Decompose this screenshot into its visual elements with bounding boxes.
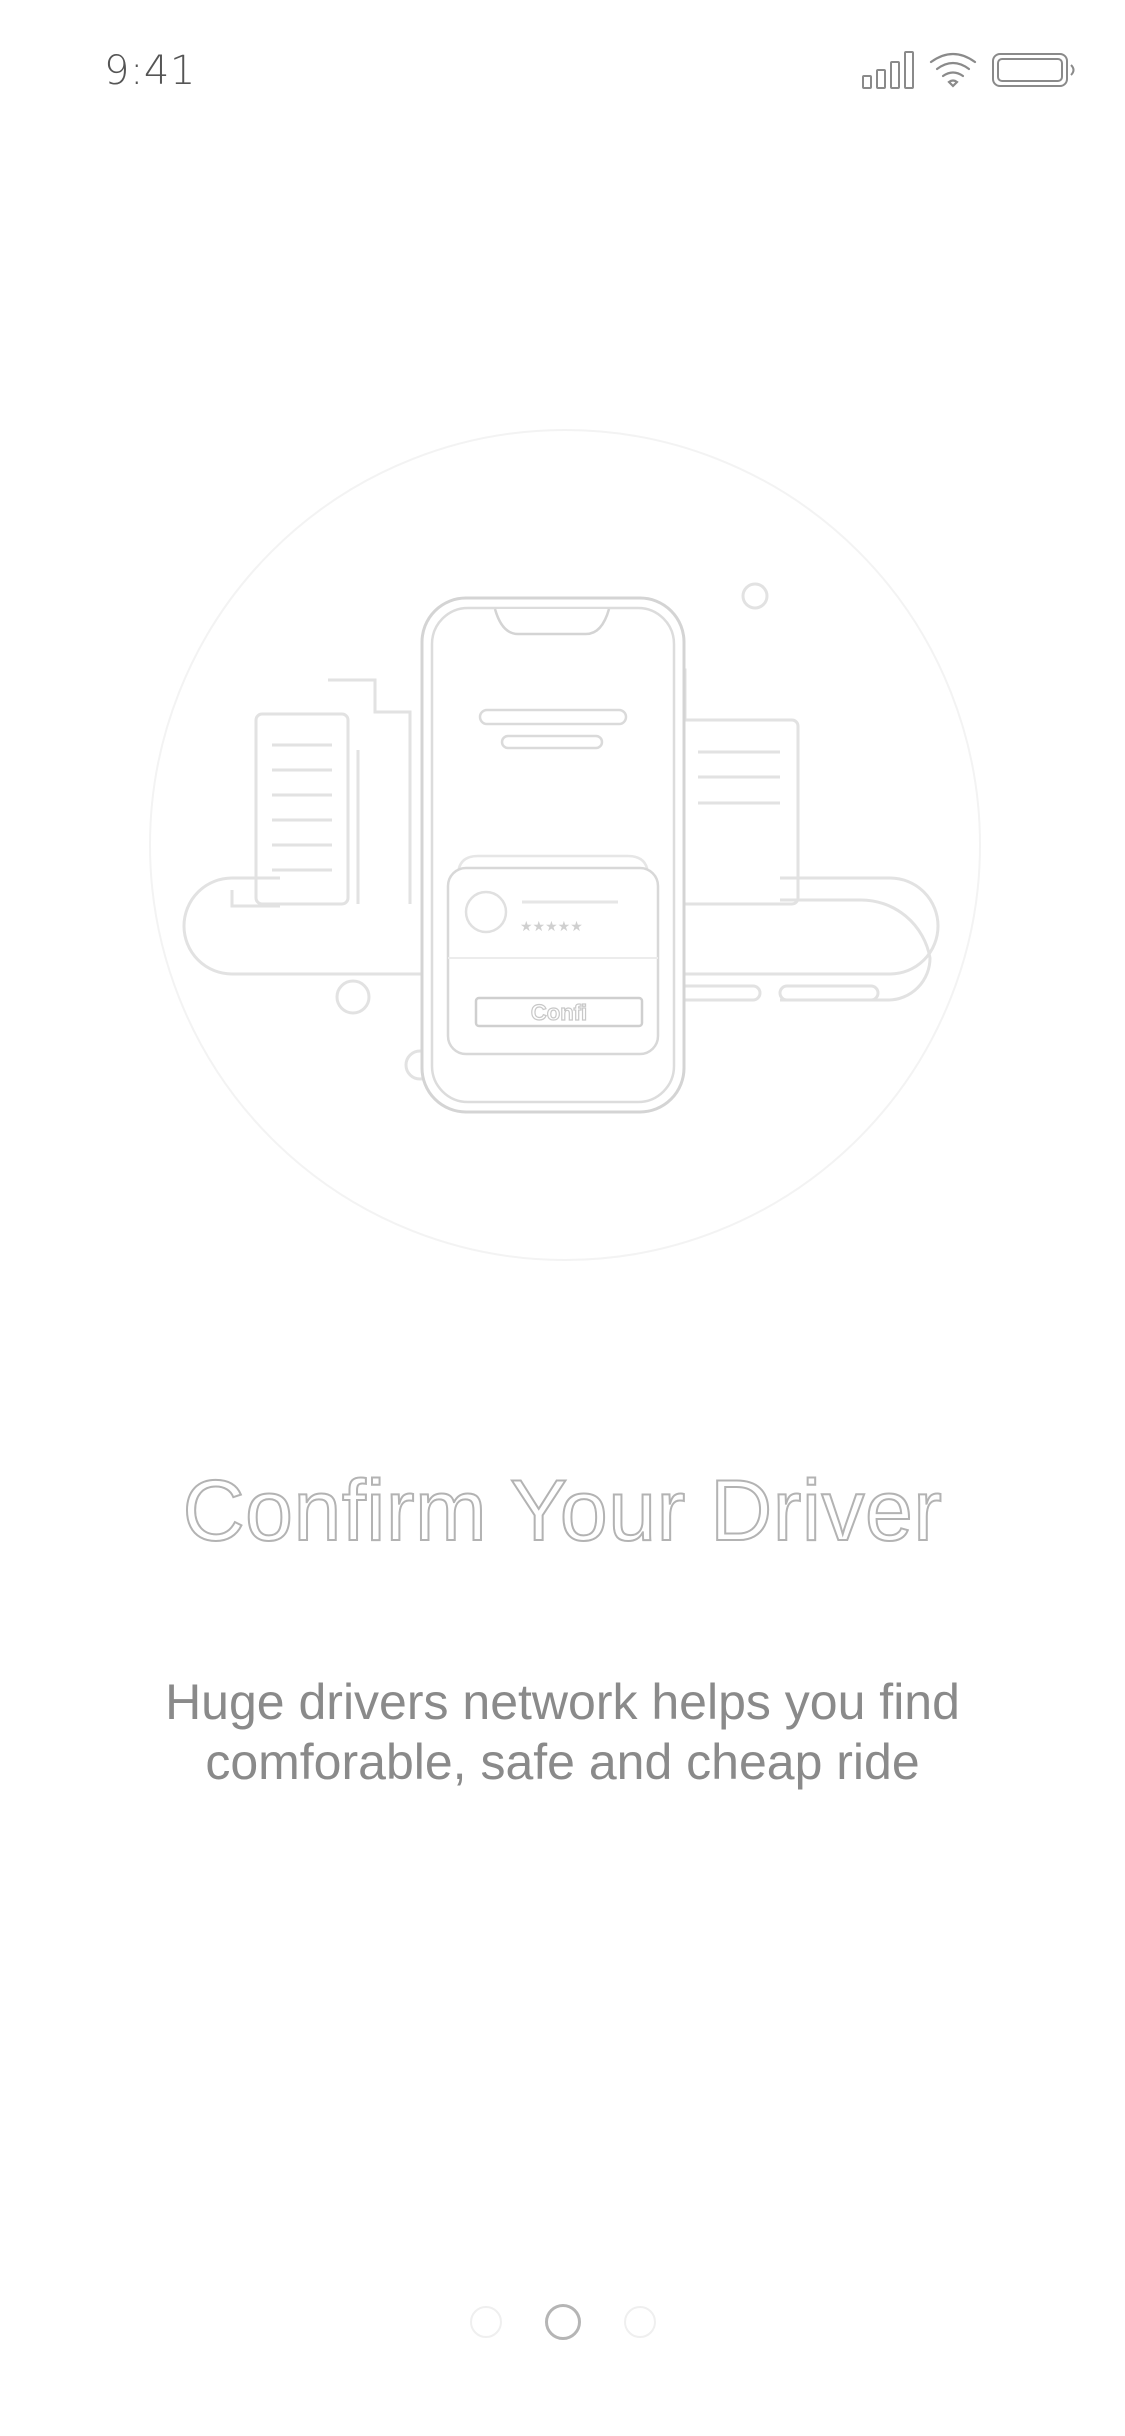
- status-time: 9:41: [104, 48, 196, 94]
- page-title: Confirm Your Driver: [182, 1462, 943, 1560]
- page-dot-3[interactable]: [623, 2306, 656, 2338]
- page-subtitle: Huge drivers network helps you find comf…: [100, 1672, 1025, 1792]
- phone-device: ★★★★★ Confi: [420, 596, 686, 1114]
- rating-stars: ★★★★★: [520, 919, 583, 935]
- phone-city-illustration: ★★★★★ Confi: [140, 420, 990, 1270]
- wifi-icon: [929, 52, 977, 88]
- subtitle-line-1: Huge drivers network helps you find: [165, 1674, 960, 1730]
- cellular-signal-icon: [862, 51, 914, 89]
- subtitle-line-2: comforable, safe and cheap ride: [205, 1734, 920, 1790]
- page-dot-2[interactable]: [544, 2304, 581, 2340]
- status-bar: 9:41: [0, 0, 1125, 140]
- confirm-button-label: Confi: [531, 1000, 587, 1025]
- battery-icon: [992, 53, 1075, 87]
- status-icons: [861, 48, 1081, 92]
- page-dot-1[interactable]: [469, 2306, 502, 2338]
- page-indicator: [0, 2304, 1125, 2346]
